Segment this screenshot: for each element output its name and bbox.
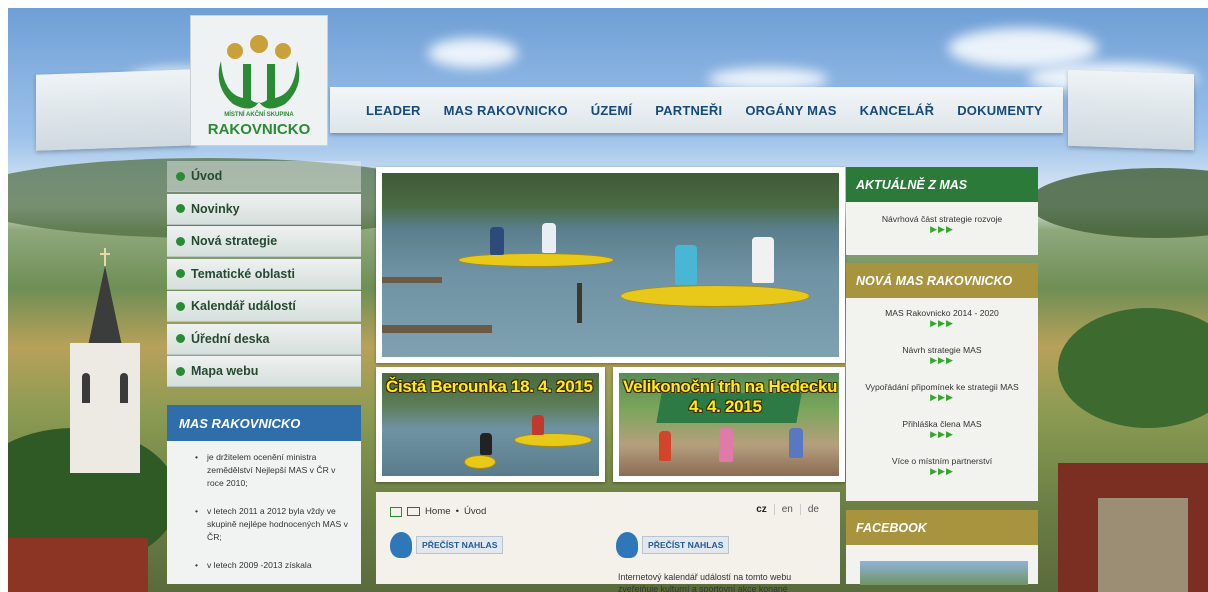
bullet-icon xyxy=(176,236,185,246)
nova-mas-entry[interactable]: Více o místním partnerství xyxy=(846,456,1038,467)
sidebar-item-mapa-webu[interactable]: Mapa webu xyxy=(167,356,361,387)
sidebar-item-label: Kalendář událostí xyxy=(191,299,296,313)
bullet-icon xyxy=(176,334,185,343)
sidebar-item-label: Tematické oblasti xyxy=(191,266,295,281)
speaker-head-icon xyxy=(390,532,412,558)
read-aloud-button-right[interactable]: PŘEČÍST NAHLAS xyxy=(616,532,730,558)
ribbon-left xyxy=(36,69,196,151)
list-item: je držitelem ocenění ministra zemědělstv… xyxy=(195,451,351,490)
event-caption-line1: Velikonoční trh na Hedecku xyxy=(623,377,838,396)
bullet-icon xyxy=(176,301,185,311)
read-aloud-label: PŘEČÍST NAHLAS xyxy=(416,536,504,554)
speaker-head-icon xyxy=(616,532,638,558)
more-arrows-icon[interactable]: ▶▶▶ xyxy=(846,356,1038,367)
sidebar-item-label: Úvod xyxy=(191,169,223,183)
bullet-icon xyxy=(176,171,185,181)
bullet-icon xyxy=(176,366,185,376)
nav-item-mas-rakovnicko[interactable]: MAS RAKOVNICKO xyxy=(444,103,568,118)
nav-item-partneri[interactable]: PARTNEŘI xyxy=(655,103,722,118)
sidebar-item-kalendar-udalosti[interactable]: Kalendář událostí xyxy=(167,291,361,322)
nova-mas-entry[interactable]: Návrh strategie MAS xyxy=(846,345,1038,356)
photo-market-small: Velikonoční trh na Hedecku 4. 4. 2015 xyxy=(619,373,839,476)
nav-item-leader[interactable]: LEADER xyxy=(366,103,421,118)
more-arrows-icon[interactable]: ▶▶▶ xyxy=(846,319,1038,330)
sidebar-menu: Úvod Novinky Nová strategie Tematické ob… xyxy=(167,161,361,389)
lang-de[interactable]: de xyxy=(799,504,826,515)
event-caption-line2: 4. 4. 2015 xyxy=(689,397,762,416)
facebook-title: FACEBOOK xyxy=(846,510,1038,545)
photo-kayaks xyxy=(382,173,839,357)
breadcrumb-current: Úvod xyxy=(463,506,487,517)
nova-mas-entry[interactable]: MAS Rakovnicko 2014 - 2020 xyxy=(846,308,1038,319)
sidebar-item-novinky[interactable]: Novinky xyxy=(167,193,361,225)
list-item: v letech 2009 -2013 získala xyxy=(195,559,351,572)
mas-box-title: MAS RAKOVNICKO xyxy=(167,405,361,441)
bullet-icon xyxy=(176,204,185,213)
nova-mas-title: NOVÁ MAS RAKOVNICKO xyxy=(846,263,1038,298)
nova-mas-entry[interactable]: Přihláška člena MAS xyxy=(846,419,1038,430)
aktualne-title: AKTUÁLNĚ Z MAS xyxy=(846,167,1038,202)
more-arrows-icon[interactable]: ▶▶▶ xyxy=(846,467,1038,478)
facebook-box: FACEBOOK xyxy=(846,510,1038,585)
breadcrumb-separator: • xyxy=(455,506,459,517)
aktualne-box: AKTUÁLNĚ Z MAS Návrhová část strategie r… xyxy=(846,167,1038,255)
nav-item-organy-mas[interactable]: ORGÁNY MAS xyxy=(745,103,836,118)
event-photo-velikonocni-trh[interactable]: Velikonoční trh na Hedecku 4. 4. 2015 xyxy=(613,367,845,482)
facebook-preview-image[interactable] xyxy=(860,561,1028,585)
logo-title: RAKOVNICKO xyxy=(207,121,311,138)
email-icon[interactable] xyxy=(407,507,420,516)
sidebar-item-tematicke-oblasti[interactable]: Tematické oblasti xyxy=(167,258,361,290)
sidebar-item-label: Nová strategie xyxy=(191,234,278,248)
read-aloud-button-left[interactable]: PŘEČÍST NAHLAS xyxy=(390,532,504,558)
logo-subtitle: MÍSTNÍ AKČNÍ SKUPINA xyxy=(224,112,294,118)
aktualne-entry[interactable]: Návrhová část strategie rozvoje xyxy=(846,214,1038,225)
nav-item-dokumenty[interactable]: DOKUMENTY xyxy=(957,103,1043,118)
list-item: v letech 2011 a 2012 byla vždy ve skupin… xyxy=(195,505,351,544)
breadcrumb: Home • Úvod xyxy=(390,506,486,517)
photo-kayaks-small: Čistá Berounka 18. 4. 2015 xyxy=(382,373,599,476)
more-arrows-icon[interactable]: ▶▶▶ xyxy=(846,393,1038,404)
lang-cz[interactable]: cz xyxy=(749,504,774,515)
sidebar-item-label: Mapa webu xyxy=(191,364,259,378)
language-switcher: cz en de xyxy=(749,504,826,515)
nova-mas-box: NOVÁ MAS RAKOVNICKO MAS Rakovnicko 2014 … xyxy=(846,263,1038,501)
print-icon[interactable] xyxy=(390,506,402,517)
breadcrumb-home[interactable]: Home xyxy=(425,506,451,517)
main-photo[interactable] xyxy=(376,167,845,363)
content-area: Home • Úvod cz en de PŘEČÍST NAHLAS PŘEČ… xyxy=(376,492,840,592)
sidebar-item-label: Novinky xyxy=(191,201,240,216)
sidebar-item-label: Úřední deska xyxy=(191,331,270,346)
read-aloud-label: PŘEČÍST NAHLAS xyxy=(642,536,730,554)
bullet-icon xyxy=(176,269,185,278)
lang-en[interactable]: en xyxy=(773,504,800,515)
mas-info-box: MAS RAKOVNICKO je držitelem ocenění mini… xyxy=(167,405,361,584)
nav-item-uzemi[interactable]: ÚZEMÍ xyxy=(591,103,632,118)
mas-box-list: je držitelem ocenění ministra zemědělstv… xyxy=(167,441,361,572)
nav-item-kancelar[interactable]: KANCELÁŘ xyxy=(860,103,935,118)
main-navigation: LEADER MAS RAKOVNICKO ÚZEMÍ PARTNEŘI ORG… xyxy=(330,87,1063,133)
church-illustration xyxy=(60,248,160,478)
sidebar-item-uredni-deska[interactable]: Úřední deska xyxy=(167,323,361,355)
more-arrows-icon[interactable]: ▶▶▶ xyxy=(846,430,1038,441)
sidebar-item-nova-strategie[interactable]: Nová strategie xyxy=(167,226,361,257)
logo[interactable]: MÍSTNÍ AKČNÍ SKUPINA RAKOVNICKO xyxy=(190,15,328,146)
sidebar-item-uvod[interactable]: Úvod xyxy=(167,161,361,192)
event-caption: Čistá Berounka 18. 4. 2015 xyxy=(386,377,593,396)
nova-mas-entry[interactable]: Vypořádání připomínek ke strategii MAS xyxy=(846,382,1038,393)
ribbon-right xyxy=(1068,69,1194,151)
event-photo-cista-berounka[interactable]: Čistá Berounka 18. 4. 2015 xyxy=(376,367,605,482)
more-arrows-icon[interactable]: ▶▶▶ xyxy=(846,225,1038,236)
intro-text: Internetový kalendář událostí na tomto w… xyxy=(618,572,792,592)
